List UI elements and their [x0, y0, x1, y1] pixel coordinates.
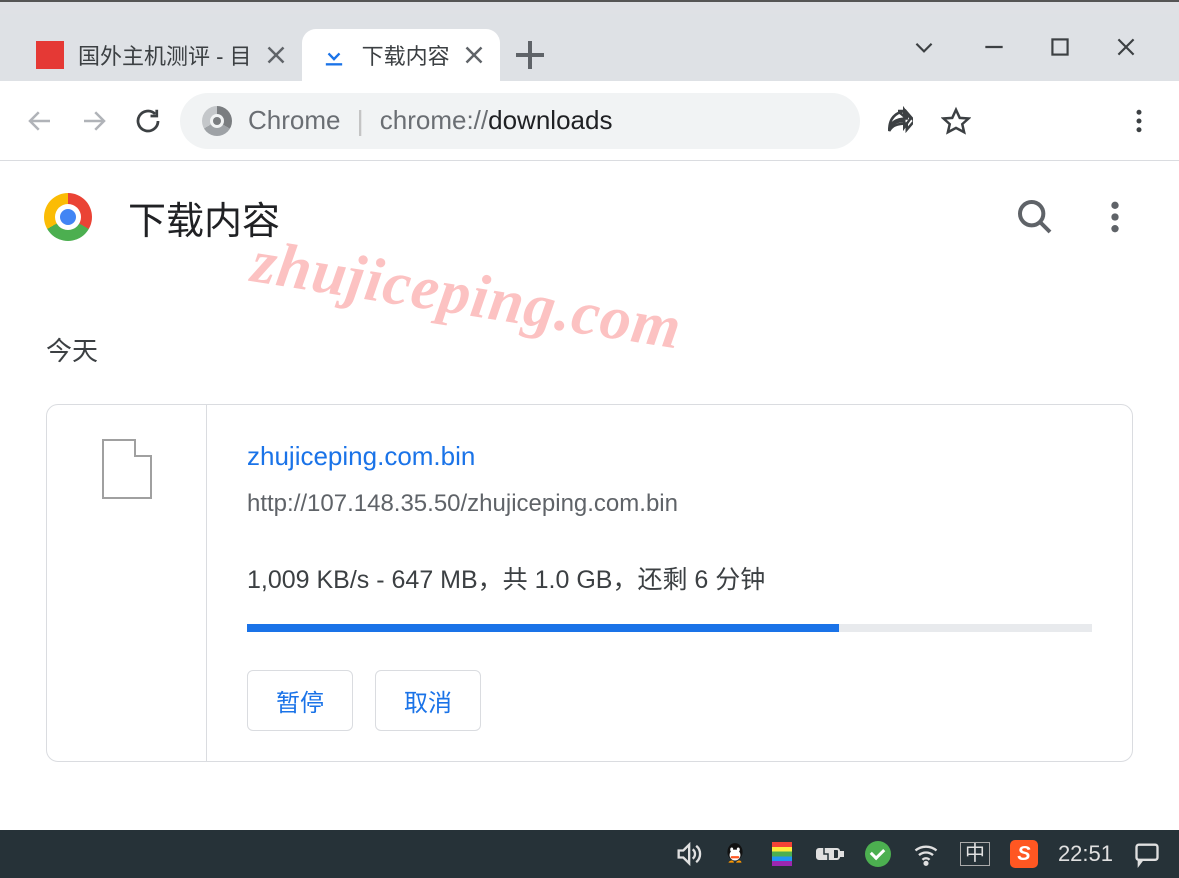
rainbow-icon[interactable]	[768, 840, 796, 868]
download-progress-bar	[247, 624, 1092, 632]
omnibox[interactable]: Chrome | chrome://downloads	[180, 93, 860, 149]
tab-title: 国外主机测评 - 目	[78, 39, 252, 71]
tab-title: 下载内容	[362, 39, 450, 71]
browser-toolbar: Chrome | chrome://downloads	[0, 81, 1179, 161]
ime-indicator[interactable]: 中	[960, 842, 990, 866]
chrome-gray-icon	[202, 106, 232, 136]
check-icon[interactable]	[864, 840, 892, 868]
battery-icon[interactable]	[816, 840, 844, 868]
download-arrow-icon	[320, 41, 348, 69]
download-filename[interactable]: zhujiceping.com.bin	[247, 441, 1092, 472]
download-card: zhujiceping.com.bin http://107.148.35.50…	[46, 404, 1133, 762]
downloads-content: 今天 zhujiceping.com.bin http://107.148.35…	[0, 273, 1179, 772]
file-icon	[102, 439, 152, 499]
window-titlebar	[0, 0, 1179, 14]
downloads-menu-button[interactable]	[1095, 197, 1135, 237]
bookmark-star-button[interactable]	[934, 99, 978, 143]
chrome-logo-icon	[44, 193, 92, 241]
omnibox-path: chrome://downloads	[380, 105, 613, 136]
tab-inactive-0[interactable]: 国外主机测评 - 目	[18, 29, 302, 81]
window-close-button[interactable]	[1113, 34, 1139, 65]
wifi-icon[interactable]	[912, 840, 940, 868]
qq-icon[interactable]	[722, 841, 748, 867]
downloads-header: 下载内容	[0, 161, 1179, 273]
taskbar-clock[interactable]: 22:51	[1058, 841, 1113, 867]
system-taskbar: 中 S 22:51	[0, 830, 1179, 878]
window-controls	[911, 14, 1179, 78]
omnibox-host: Chrome	[248, 105, 340, 136]
nav-reload-button[interactable]	[126, 99, 170, 143]
window-maximize-button[interactable]	[1047, 34, 1073, 65]
download-actions: 暂停 取消	[247, 670, 1092, 731]
volume-icon[interactable]	[674, 840, 702, 868]
nav-back-button[interactable]	[18, 99, 62, 143]
section-today-label: 今天	[46, 331, 1133, 368]
pause-button[interactable]: 暂停	[247, 670, 353, 731]
download-progress-fill	[247, 624, 839, 632]
window-minimize-button[interactable]	[981, 34, 1007, 65]
new-tab-button[interactable]	[506, 31, 554, 79]
window-dropdown-button[interactable]	[911, 34, 937, 65]
download-status: 1,009 KB/s - 647 MB，共 1.0 GB，还剩 6 分钟	[247, 560, 1092, 596]
tab-close-button[interactable]	[266, 45, 286, 65]
download-card-left	[47, 405, 207, 761]
tab-active-downloads[interactable]: 下载内容	[302, 29, 500, 81]
cancel-button[interactable]: 取消	[375, 670, 481, 731]
page-title: 下载内容	[128, 190, 975, 245]
download-url: http://107.148.35.50/zhujiceping.com.bin	[247, 490, 1092, 518]
download-card-body: zhujiceping.com.bin http://107.148.35.50…	[207, 405, 1132, 761]
share-button[interactable]	[876, 99, 920, 143]
favicon-icon	[36, 41, 64, 69]
nav-forward-button[interactable]	[72, 99, 116, 143]
chrome-menu-button[interactable]	[1117, 99, 1161, 143]
notifications-icon[interactable]	[1133, 840, 1161, 868]
tab-close-button[interactable]	[464, 45, 484, 65]
search-downloads-button[interactable]	[1015, 197, 1055, 237]
sogou-ime-icon[interactable]: S	[1010, 840, 1038, 868]
